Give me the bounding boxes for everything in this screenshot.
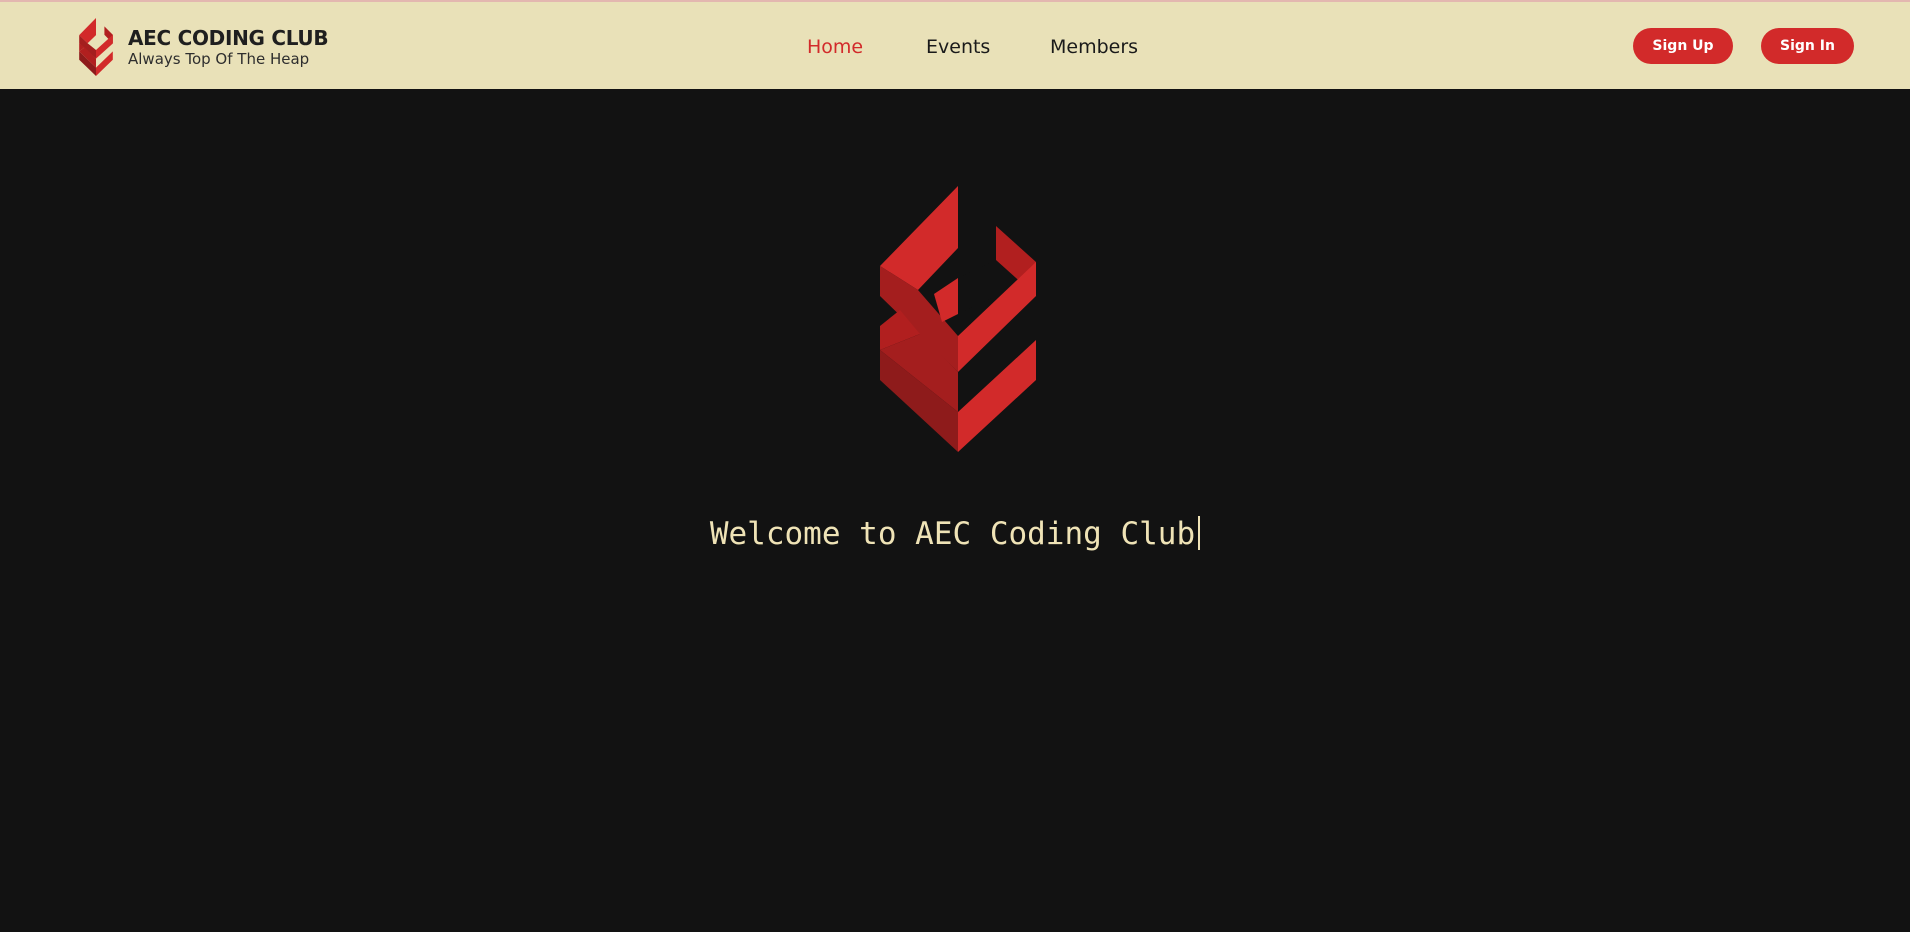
typing-cursor bbox=[1198, 516, 1201, 550]
sign-in-button[interactable]: Sign In bbox=[1761, 28, 1854, 64]
navbar: AEC CODING CLUB Always Top Of The Heap H… bbox=[0, 2, 1910, 89]
welcome-heading: Welcome to AEC Coding Club bbox=[0, 514, 1910, 554]
sign-up-button[interactable]: Sign Up bbox=[1633, 28, 1733, 64]
nav-events-link[interactable]: Events bbox=[926, 35, 990, 59]
welcome-text: Welcome to AEC Coding Club bbox=[709, 516, 1196, 552]
brand-tagline: Always Top Of The Heap bbox=[128, 49, 310, 68]
brand-title: AEC CODING CLUB bbox=[128, 25, 329, 50]
brand-home-link[interactable]: AEC CODING CLUB Always Top Of The Heap bbox=[78, 18, 329, 76]
brand-text: AEC CODING CLUB Always Top Of The Heap bbox=[128, 25, 329, 69]
aec-hero-logo-icon bbox=[880, 186, 1036, 452]
nav-members-link[interactable]: Members bbox=[1050, 35, 1138, 59]
aec-logo-icon bbox=[79, 18, 113, 76]
nav-home-link[interactable]: Home bbox=[807, 35, 863, 59]
